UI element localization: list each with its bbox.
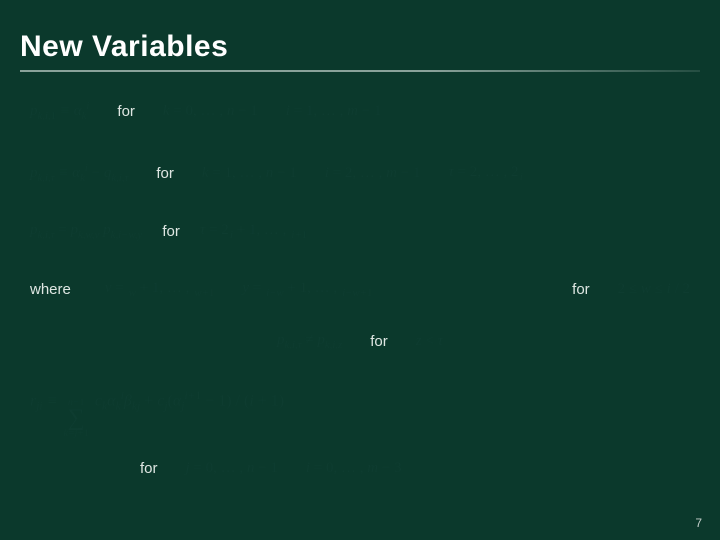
range-y: y = i−w + 1, … , i−w+1 <box>242 280 372 299</box>
range-w: 2 ≤ w ≤ i / 2 <box>618 281 690 298</box>
equation-row-1: pk,i,1 ≡ αki for k = 0, … , n − 1 i = 1,… <box>30 100 690 122</box>
eq-def-1: pk,i,1 ≡ αki <box>30 100 89 122</box>
range-nu: ν = w + 1, … , w+1 <box>105 280 214 299</box>
range-tau-2: τ = 2, … , 2 i <box>448 164 522 183</box>
range-i-7: i = 0, … , m − 3 <box>306 460 402 477</box>
range-k-2: k = 1, … , n − 1 <box>202 165 297 182</box>
for-label: for <box>370 333 388 350</box>
slide-title: New Variables <box>20 30 700 64</box>
title-block: New Variables <box>20 30 700 72</box>
for-label: for <box>117 103 135 120</box>
where-label: where <box>30 281 71 298</box>
range-i-2: i = 2, … , m − 1 <box>325 165 421 182</box>
equation-row-2: pk,i,τ ≡ αki − qk,i,τ for k = 1, … , n −… <box>30 162 690 184</box>
range-tau-3: τ = 2 i + 1, … , i+1 <box>200 222 307 241</box>
equation-row-3: pk,i,τ = pk,w,ν pk,i−w,y for τ = 2 i + 1… <box>30 222 690 241</box>
for-label: for <box>162 223 180 240</box>
slide-number: 7 <box>695 516 702 530</box>
for-label: for <box>156 165 174 182</box>
equation-row-4: where ν = w + 1, … , w+1 y = i−w + 1, … … <box>30 280 690 299</box>
eq-def-r: rji ≡ n−1 ∑ k=j+1 ckαkiβkj + cj(αji+1 − … <box>30 390 284 439</box>
range-j-7: j = 0, … , n − 1 <box>186 460 278 477</box>
equation-row-7: for j = 0, … , n − 1 i = 0, … , m − 3 <box>140 460 690 477</box>
cond-z: z < τ <box>416 333 443 350</box>
range-k-1: k = 0, … , n − 1 <box>163 103 258 120</box>
eq-def-3: pk,i,τ = pk,w,ν pk,i−w,y <box>30 222 142 241</box>
eq-def-2: pk,i,τ ≡ αki − qk,i,τ <box>30 162 128 184</box>
title-rule <box>20 70 700 72</box>
equation-row-6: rji ≡ n−1 ∑ k=j+1 ckαkiβkj + cj(αji+1 − … <box>30 390 690 439</box>
equation-row-5: pk,i,τ ≠ pk,i,z for z < τ <box>30 332 690 351</box>
ineq-p: pk,i,τ ≠ pk,i,z <box>277 332 342 351</box>
for-label: for <box>572 281 590 298</box>
range-i-1: i = 1, … , m − 1 <box>286 103 382 120</box>
for-label: for <box>140 460 158 477</box>
